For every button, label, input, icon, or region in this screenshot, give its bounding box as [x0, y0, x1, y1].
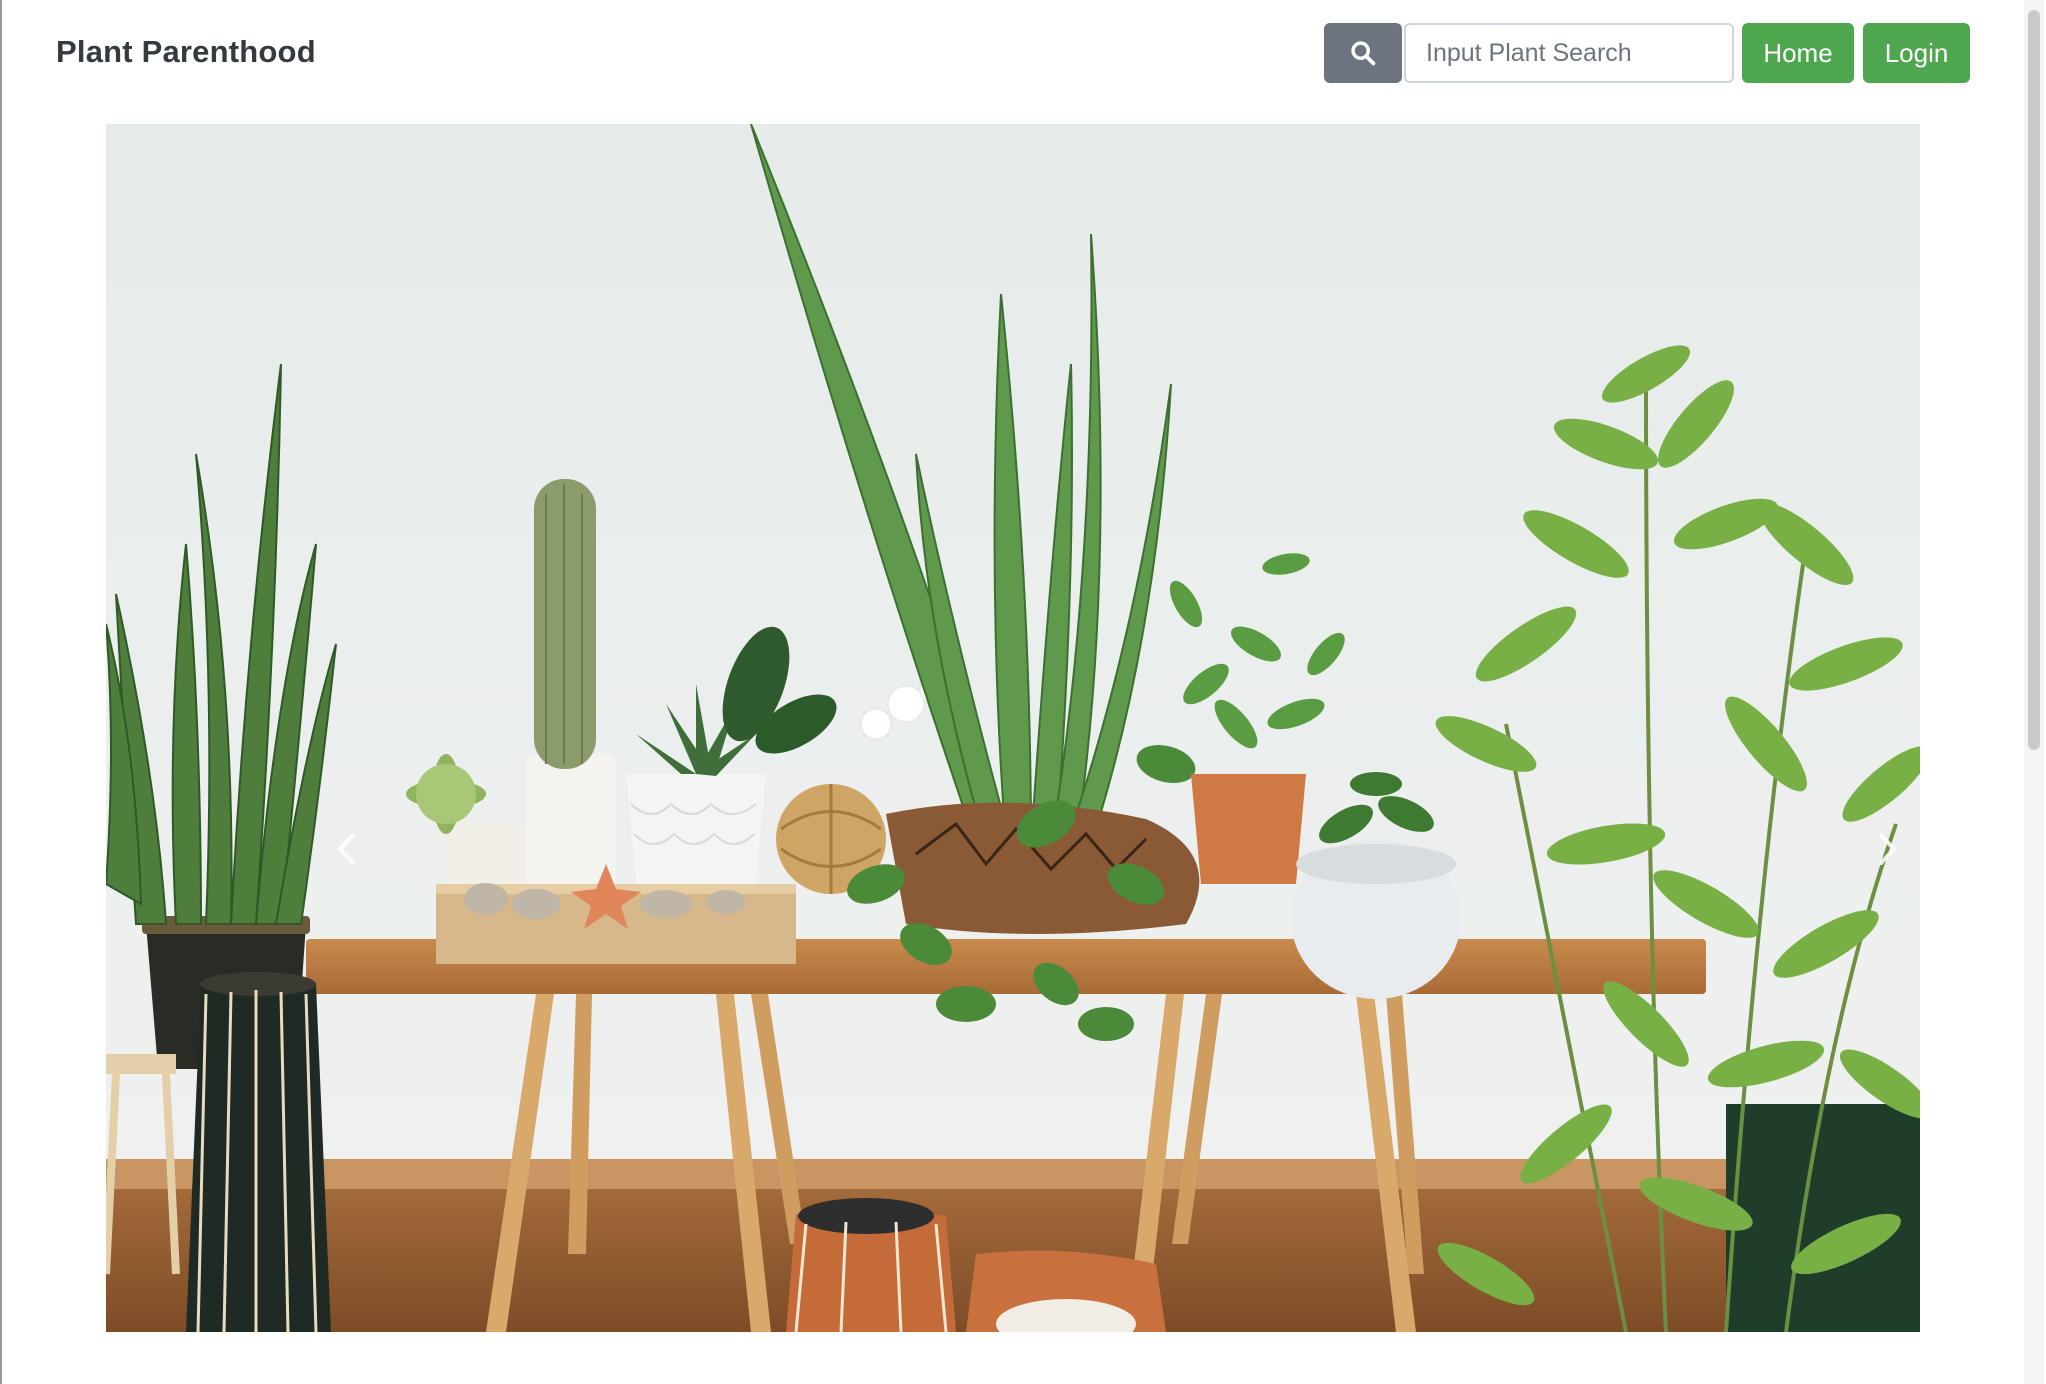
- search-input[interactable]: [1404, 23, 1734, 83]
- browser-window: Plant Parenthood Home Login: [0, 0, 2044, 1384]
- carousel-slide-image: [106, 124, 1920, 1332]
- chevron-left-icon: [338, 833, 355, 865]
- carousel-prev-button[interactable]: [326, 824, 366, 874]
- login-button[interactable]: Login: [1863, 23, 1970, 83]
- search-button[interactable]: [1324, 23, 1402, 83]
- plant-carousel[interactable]: [106, 124, 1920, 1332]
- carousel-next-button[interactable]: [1868, 824, 1908, 874]
- brand-title[interactable]: Plant Parenthood: [56, 34, 316, 70]
- scrollbar-thumb[interactable]: [2028, 10, 2040, 750]
- chevron-right-icon: [1879, 833, 1896, 865]
- page-scrollbar[interactable]: [2024, 0, 2044, 1384]
- search-icon: [1351, 41, 1376, 66]
- home-button[interactable]: Home: [1742, 23, 1854, 83]
- navbar: Plant Parenthood Home Login: [2, 0, 2022, 110]
